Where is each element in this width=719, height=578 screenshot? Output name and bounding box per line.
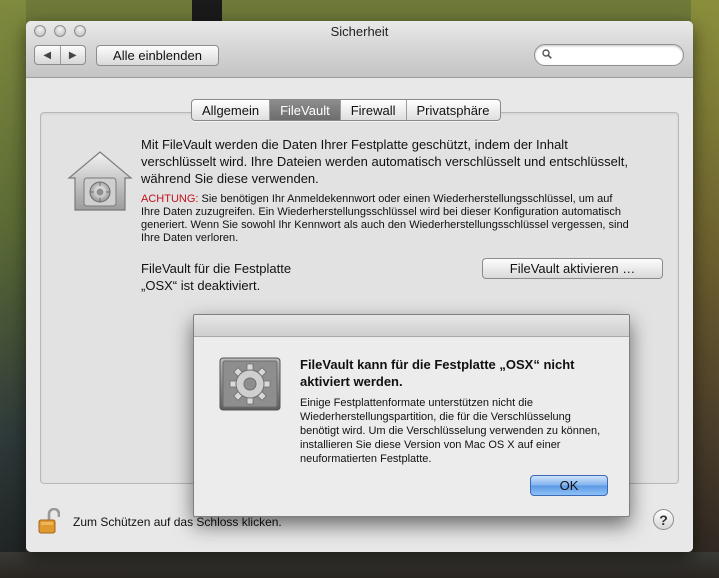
tab-privatsphaere[interactable]: Privatsphäre <box>405 100 500 120</box>
system-preferences-gear-icon <box>219 357 281 411</box>
filevault-error-dialog: FileVault kann für die Festplatte „OSX“ … <box>193 314 630 517</box>
filevault-description: Mit FileVault werden die Daten Ihrer Fes… <box>141 137 629 186</box>
status-line-1: FileVault für die Festplatte <box>141 261 292 276</box>
activate-filevault-button[interactable]: FileVault aktivieren … <box>482 258 663 279</box>
desktop-background-bottom <box>0 552 719 578</box>
dialog-title: FileVault kann für die Festplatte „OSX“ … <box>300 357 575 389</box>
warning-text: Sie benötigen Ihr Anmeldekennwort oder e… <box>141 193 629 244</box>
window-titlebar: Sicherheit ◀ ▶ Alle einblenden <box>26 21 693 78</box>
forward-button[interactable]: ▶ <box>59 46 86 64</box>
desktop-background-right <box>691 0 719 578</box>
search-input[interactable] <box>557 47 681 65</box>
help-button[interactable]: ? <box>653 509 674 530</box>
search-field[interactable] <box>534 44 684 66</box>
back-button[interactable]: ◀ <box>35 46 60 64</box>
warning-label: ACHTUNG: <box>141 193 199 205</box>
dialog-message: Einige Festplattenformate unterstützen n… <box>300 397 601 465</box>
open-padlock-icon[interactable] <box>38 508 60 534</box>
filevault-status: FileVault für die Festplatte „OSX“ ist d… <box>141 260 381 294</box>
lock-label: Zum Schützen auf das Schloss klicken. <box>73 515 282 529</box>
ok-button[interactable]: OK <box>530 475 608 496</box>
magnifier-icon <box>542 49 552 59</box>
desktop-background-object <box>192 0 222 22</box>
show-all-button[interactable]: Alle einblenden <box>96 45 219 66</box>
filevault-warning: ACHTUNG: Sie benötigen Ihr Anmeldekennwo… <box>141 193 631 245</box>
desktop-background-left <box>0 0 26 578</box>
preferences-tabbar: Allgemein FileVault Firewall Privatsphär… <box>191 99 501 121</box>
filevault-house-safe-icon <box>67 151 133 211</box>
window-title: Sicherheit <box>330 24 389 39</box>
tab-allgemein[interactable]: Allgemein <box>192 100 269 120</box>
back-forward-control: ◀ ▶ <box>34 45 86 65</box>
tab-firewall[interactable]: Firewall <box>339 100 406 120</box>
status-line-2: „OSX“ ist deaktiviert. <box>141 278 261 293</box>
tab-filevault[interactable]: FileVault <box>269 100 340 120</box>
dialog-titlebar <box>194 315 629 337</box>
